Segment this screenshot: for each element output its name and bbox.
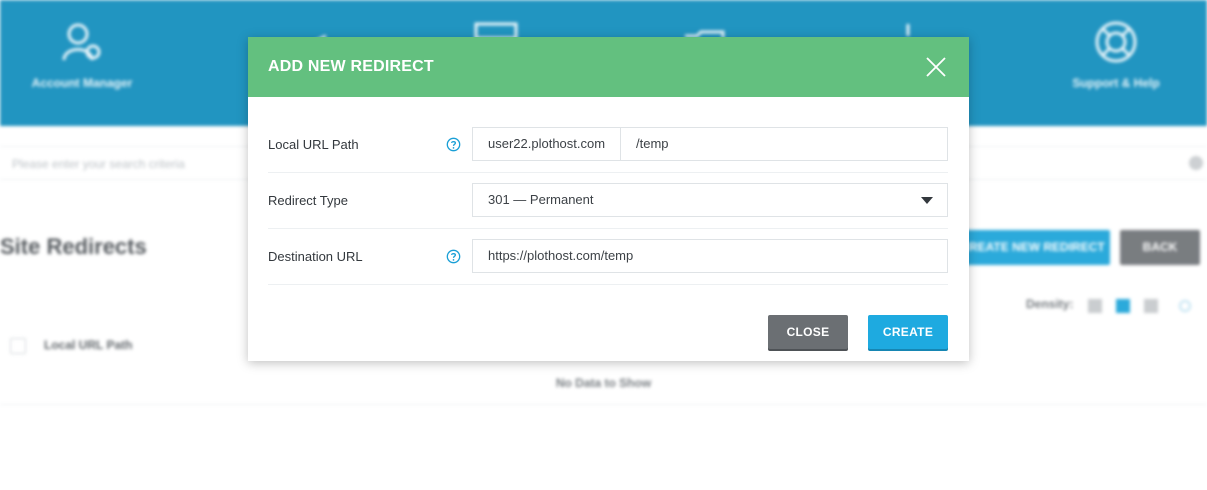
close-icon[interactable] — [925, 56, 947, 78]
help-icon[interactable] — [446, 249, 461, 264]
redirect-type-row: Redirect Type 301 — Permanent — [268, 173, 948, 229]
add-redirect-modal: ADD NEW REDIRECT Local URL Path user22.p… — [248, 37, 969, 361]
redirect-type-select[interactable]: 301 — Permanent — [472, 183, 948, 217]
destination-url-label: Destination URL — [268, 249, 363, 264]
create-button[interactable]: CREATE — [868, 315, 948, 349]
destination-url-row: Destination URL https://plothost.com/tem… — [268, 229, 948, 285]
redirect-type-label: Redirect Type — [268, 193, 348, 208]
chevron-down-icon — [921, 197, 933, 204]
destination-url-input[interactable]: https://plothost.com/temp — [472, 239, 948, 273]
local-path-input[interactable]: /temp — [620, 127, 948, 161]
local-url-path-label: Local URL Path — [268, 137, 359, 152]
modal-title: ADD NEW REDIRECT — [268, 58, 434, 75]
domain-prefix: user22.plothost.com — [472, 127, 621, 161]
close-button[interactable]: CLOSE — [768, 315, 848, 349]
modal-header: ADD NEW REDIRECT — [248, 37, 969, 97]
local-url-path-row: Local URL Path user22.plothost.com /temp — [268, 117, 948, 173]
redirect-type-selected-value: 301 — Permanent — [488, 192, 594, 207]
help-icon[interactable] — [446, 137, 461, 152]
